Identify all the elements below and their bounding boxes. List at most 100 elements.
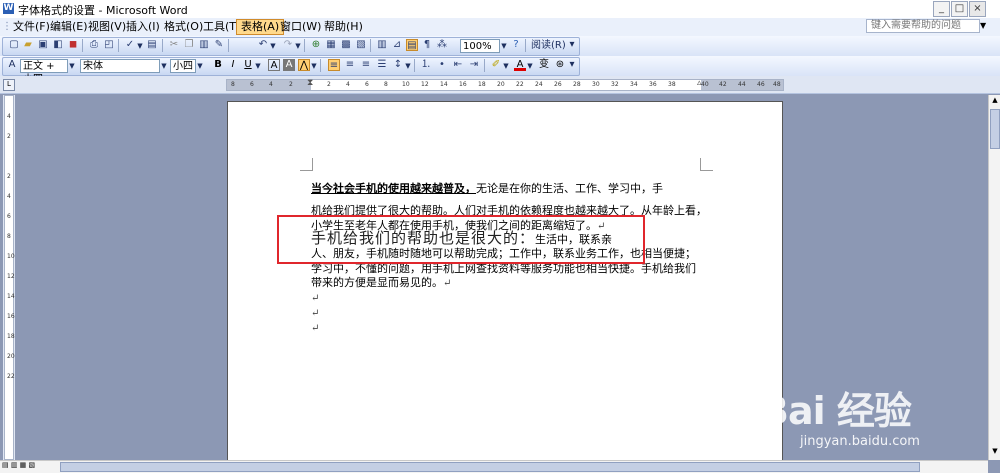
toolbar-separator bbox=[320, 59, 321, 72]
menu-insert[interactable]: 插入(I) bbox=[122, 20, 164, 34]
undo-icon[interactable]: ↶ bbox=[257, 39, 269, 51]
ruler-label: 8 bbox=[384, 81, 388, 88]
vertical-ruler[interactable]: 4 2 2 4 6 8 10 12 14 16 18 20 22 bbox=[3, 95, 15, 460]
pdf-icon[interactable]: ◼ bbox=[67, 39, 79, 51]
underline-icon[interactable]: U bbox=[242, 59, 254, 71]
align-center-icon[interactable]: ≡ bbox=[344, 59, 356, 71]
ruler-label: 2 bbox=[7, 133, 11, 140]
decrease-indent-icon[interactable]: ⇤ bbox=[452, 59, 464, 71]
font-dropdown-icon[interactable]: ▼ bbox=[160, 59, 168, 73]
permission-icon[interactable]: ◧ bbox=[52, 39, 64, 51]
menu-window[interactable]: 窗口(W) bbox=[276, 20, 325, 34]
styles-pane-icon[interactable]: A bbox=[6, 59, 18, 71]
tab-selector-icon[interactable]: L bbox=[3, 79, 15, 91]
zoom-dropdown-icon[interactable]: ▼ bbox=[500, 39, 508, 53]
maximize-button[interactable]: □ bbox=[951, 1, 968, 17]
spelling-dropdown-icon[interactable]: ▼ bbox=[136, 39, 144, 53]
doc-line-1[interactable]: 当今社会手机的使用越来越普及，无论是在你的生活、工作、学习中，手 bbox=[311, 182, 663, 195]
font-size-combo[interactable]: 小四 bbox=[170, 59, 196, 73]
bold-icon[interactable]: B bbox=[212, 59, 224, 71]
open-folder-icon[interactable]: ▰ bbox=[22, 39, 34, 51]
document-map-icon[interactable]: ▤ bbox=[406, 39, 418, 51]
hyperlink-icon[interactable]: ⊕ bbox=[310, 39, 322, 51]
view-buttons-icon[interactable]: ▤ ▥ ▦ ▧ bbox=[2, 461, 35, 469]
toolbar-options-icon[interactable]: ▾ bbox=[568, 59, 576, 71]
horizontal-ruler[interactable]: ⧗ ▵ 8 6 4 2 2 4 6 8 10 12 14 16 18 20 22… bbox=[226, 78, 784, 91]
cut-icon[interactable]: ✂ bbox=[168, 39, 180, 51]
character-scale-icon[interactable]: ⋀ bbox=[298, 59, 310, 71]
vertical-scroll-thumb[interactable] bbox=[990, 109, 1000, 149]
zoom-combo[interactable]: 100% bbox=[460, 39, 500, 53]
font-size-dropdown-icon[interactable]: ▼ bbox=[196, 59, 204, 73]
vertical-scrollbar[interactable]: ▲ ▼ bbox=[988, 95, 1000, 460]
bullets-icon[interactable]: • bbox=[436, 59, 448, 71]
phonetic-guide-icon[interactable]: 变 bbox=[538, 59, 550, 71]
help-icon[interactable]: ? bbox=[510, 39, 522, 51]
justify-icon[interactable]: ≡ bbox=[328, 59, 340, 71]
save-icon[interactable]: ▣ bbox=[37, 39, 49, 51]
empty-paragraph-mark[interactable]: ↵ bbox=[311, 307, 319, 320]
help-search-input[interactable]: 键入需要帮助的问题 bbox=[866, 19, 980, 33]
undo-dropdown-icon[interactable]: ▼ bbox=[269, 39, 277, 53]
drawing-icon[interactable]: ⊿ bbox=[391, 39, 403, 51]
show-hide-icon[interactable]: ¶ bbox=[421, 39, 433, 51]
highlight-dropdown-icon[interactable]: ▼ bbox=[502, 59, 510, 73]
redo-icon[interactable]: ↷ bbox=[282, 39, 294, 51]
toolbar-options-icon[interactable]: ▾ bbox=[568, 39, 576, 51]
align-right-icon[interactable]: ≡ bbox=[360, 59, 372, 71]
spelling-icon[interactable]: ✓ bbox=[124, 39, 136, 51]
character-shading-icon[interactable]: A bbox=[283, 59, 295, 71]
print-preview-icon[interactable]: ◰ bbox=[103, 39, 115, 51]
numbering-icon[interactable]: ⒈ bbox=[420, 59, 432, 71]
scroll-down-icon[interactable]: ▼ bbox=[990, 447, 1000, 457]
character-scale-dropdown-icon[interactable]: ▼ bbox=[310, 59, 318, 73]
italic-icon[interactable]: I bbox=[227, 59, 239, 71]
increase-indent-icon[interactable]: ⇥ bbox=[468, 59, 480, 71]
show-formatting-icon[interactable]: ⁂ bbox=[436, 39, 448, 51]
style-dropdown-icon[interactable]: ▼ bbox=[68, 59, 76, 73]
font-color-icon[interactable]: A bbox=[514, 59, 526, 71]
copy-icon[interactable]: ❐ bbox=[183, 39, 195, 51]
character-border-icon[interactable]: A bbox=[268, 59, 280, 71]
help-dropdown-icon[interactable]: ▼ bbox=[980, 19, 990, 33]
line-spacing-icon[interactable]: ↕ bbox=[392, 59, 404, 71]
format-painter-icon[interactable]: ✎ bbox=[213, 39, 225, 51]
enclose-characters-icon[interactable]: ⊛ bbox=[554, 59, 566, 71]
close-button[interactable]: × bbox=[969, 1, 986, 17]
tables-borders-icon[interactable]: ▦ bbox=[325, 39, 337, 51]
paste-icon[interactable]: ▥ bbox=[198, 39, 210, 51]
minimize-button[interactable]: _ bbox=[933, 1, 950, 17]
research-icon[interactable]: ▤ bbox=[146, 39, 158, 51]
empty-paragraph-mark[interactable]: ↵ bbox=[311, 322, 319, 335]
new-document-icon[interactable]: ▢ bbox=[8, 39, 20, 51]
empty-paragraph-mark[interactable]: ↵ bbox=[311, 292, 319, 305]
read-mode-button[interactable]: 阅读(R) bbox=[528, 38, 569, 53]
horizontal-scroll-thumb[interactable] bbox=[60, 462, 920, 472]
indent-marker-icon[interactable]: ⧗ bbox=[307, 78, 313, 88]
redo-dropdown-icon[interactable]: ▼ bbox=[294, 39, 302, 53]
font-color-dropdown-icon[interactable]: ▼ bbox=[526, 59, 534, 73]
style-combo[interactable]: 正文 + 小四 bbox=[20, 59, 68, 85]
highlight-icon[interactable]: ✐ bbox=[490, 59, 502, 71]
menu-help[interactable]: 帮助(H) bbox=[320, 20, 367, 34]
insert-table-icon[interactable]: ▩ bbox=[340, 39, 352, 51]
ruler-label: 36 bbox=[649, 81, 657, 88]
line-spacing-dropdown-icon[interactable]: ▼ bbox=[404, 59, 412, 73]
scroll-up-icon[interactable]: ▲ bbox=[990, 96, 1000, 106]
distributed-icon[interactable]: ☰ bbox=[376, 59, 388, 71]
toolbar-separator bbox=[525, 39, 526, 52]
formatting-toolbar: A 正文 + 小四 ▼ 宋体 ▼ 小四 ▼ B I U ▼ A A ⋀ ▼ ≡ … bbox=[0, 56, 1000, 85]
ruler-label: 48 bbox=[773, 81, 781, 88]
highlight-annotation-box bbox=[277, 215, 645, 264]
ruler-label: 16 bbox=[7, 313, 15, 320]
doc-line-7[interactable]: 带来的方便是显而易见的。↵ bbox=[311, 276, 451, 290]
ruler-label: 14 bbox=[7, 293, 15, 300]
ruler-label: 8 bbox=[231, 81, 235, 88]
insert-excel-icon[interactable]: ▧ bbox=[355, 39, 367, 51]
underline-dropdown-icon[interactable]: ▼ bbox=[254, 59, 262, 73]
print-icon[interactable]: ⎙ bbox=[88, 39, 100, 51]
standard-toolbar: ▢ ▰ ▣ ◧ ◼ ⎙ ◰ ✓ ▼ ▤ ✂ ❐ ▥ ✎ ↶ ▼ ↷ ▼ ⊕ ▦ … bbox=[0, 36, 1000, 57]
columns-icon[interactable]: ▥ bbox=[376, 39, 388, 51]
horizontal-scrollbar[interactable]: ▤ ▥ ▦ ▧ bbox=[0, 460, 988, 473]
font-combo[interactable]: 宋体 bbox=[80, 59, 160, 73]
